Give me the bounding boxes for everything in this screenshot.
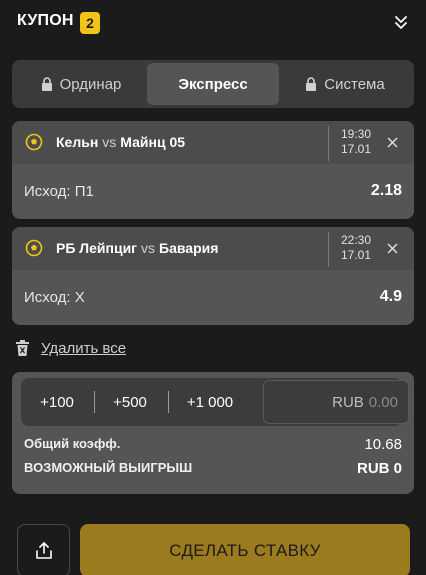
coupon-title: КУПОН <box>17 12 74 29</box>
lock-icon <box>41 77 52 91</box>
divider <box>328 232 329 267</box>
share-icon <box>35 541 52 559</box>
bet-odds: 2.18 <box>370 182 402 199</box>
vs-label: vs <box>102 134 117 150</box>
tab-sistema[interactable]: Система <box>279 63 411 105</box>
share-button[interactable] <box>17 524 70 575</box>
tab-label: Ординар <box>59 75 122 93</box>
football-icon <box>25 133 43 151</box>
tab-express[interactable]: Экспресс <box>147 63 279 105</box>
quick-amount-1000-button[interactable]: +1 000 <box>167 378 253 426</box>
bet-odds: 4.9 <box>379 288 402 305</box>
possible-win-label: ВОЗМОЖНЫЙ ВЫИГРЫШ <box>24 460 193 475</box>
bet-type-tabs: Ординар Экспресс Система <box>12 60 414 108</box>
match-time: 22:30 <box>341 233 372 247</box>
close-icon[interactable] <box>387 137 398 148</box>
chevrons-down-icon[interactable] <box>392 14 410 32</box>
trash-icon <box>16 340 29 356</box>
match-date: 17.01 <box>341 142 372 156</box>
match-datetime: 22:30 17.01 <box>341 233 371 263</box>
total-odds-value: 10.68 <box>364 436 402 453</box>
total-odds-label: Общий коэфф. <box>24 436 121 451</box>
match-time: 19:30 <box>341 127 372 141</box>
bet-card-header: Кельн vs Майнц 05 19:30 17.01 <box>12 121 414 164</box>
match-name: РБ Лейпциг vs Бавария <box>56 240 218 256</box>
quick-amount-100-button[interactable]: +100 <box>21 378 93 426</box>
tab-label: Экспресс <box>178 75 248 93</box>
away-team: Бавария <box>159 240 219 256</box>
bet-card: РБ Лейпциг vs Бавария 22:30 17.01 Исход: X… <box>12 227 414 325</box>
bet-card: Кельн vs Майнц 05 19:30 17.01 Исход: П1 2.… <box>12 121 414 219</box>
bet-outcome: Исход: X <box>24 289 85 306</box>
amount-placeholder: 0.00 <box>368 393 398 411</box>
quick-amount-row: +100 +500 +1 000 RUB 0.00 <box>21 378 409 426</box>
match-name: Кельн vs Майнц 05 <box>56 134 185 150</box>
divider <box>328 126 329 161</box>
remove-all-label: Удалить все <box>41 339 127 357</box>
remove-all-button[interactable]: Удалить все <box>16 339 126 357</box>
quick-amount-500-button[interactable]: +500 <box>93 378 167 426</box>
bet-count-badge: 2 <box>80 12 100 34</box>
stake-amount-input[interactable]: RUB 0.00 <box>263 380 409 424</box>
football-icon <box>25 239 43 257</box>
tab-ordinar[interactable]: Ординар <box>15 63 147 105</box>
away-team: Майнц 05 <box>120 134 186 150</box>
close-icon[interactable] <box>387 243 398 254</box>
match-date: 17.01 <box>341 248 372 262</box>
vs-label: vs <box>141 240 156 256</box>
coupon-header: КУПОН 2 <box>0 0 426 47</box>
lock-icon <box>306 77 317 91</box>
match-datetime: 19:30 17.01 <box>341 127 371 157</box>
tab-label: Система <box>324 75 385 93</box>
currency-label: RUB <box>332 393 364 411</box>
bet-outcome: Исход: П1 <box>24 183 94 200</box>
stake-panel: +100 +500 +1 000 RUB 0.00 Общий коэфф. 1… <box>12 372 414 494</box>
bet-card-header: РБ Лейпциг vs Бавария 22:30 17.01 <box>12 227 414 270</box>
place-bet-button[interactable]: СДЕЛАТЬ СТАВКУ <box>80 524 410 575</box>
possible-win-value: RUB 0 <box>356 460 402 477</box>
home-team: РБ Лейпциг <box>56 240 138 256</box>
home-team: Кельн <box>56 134 99 150</box>
